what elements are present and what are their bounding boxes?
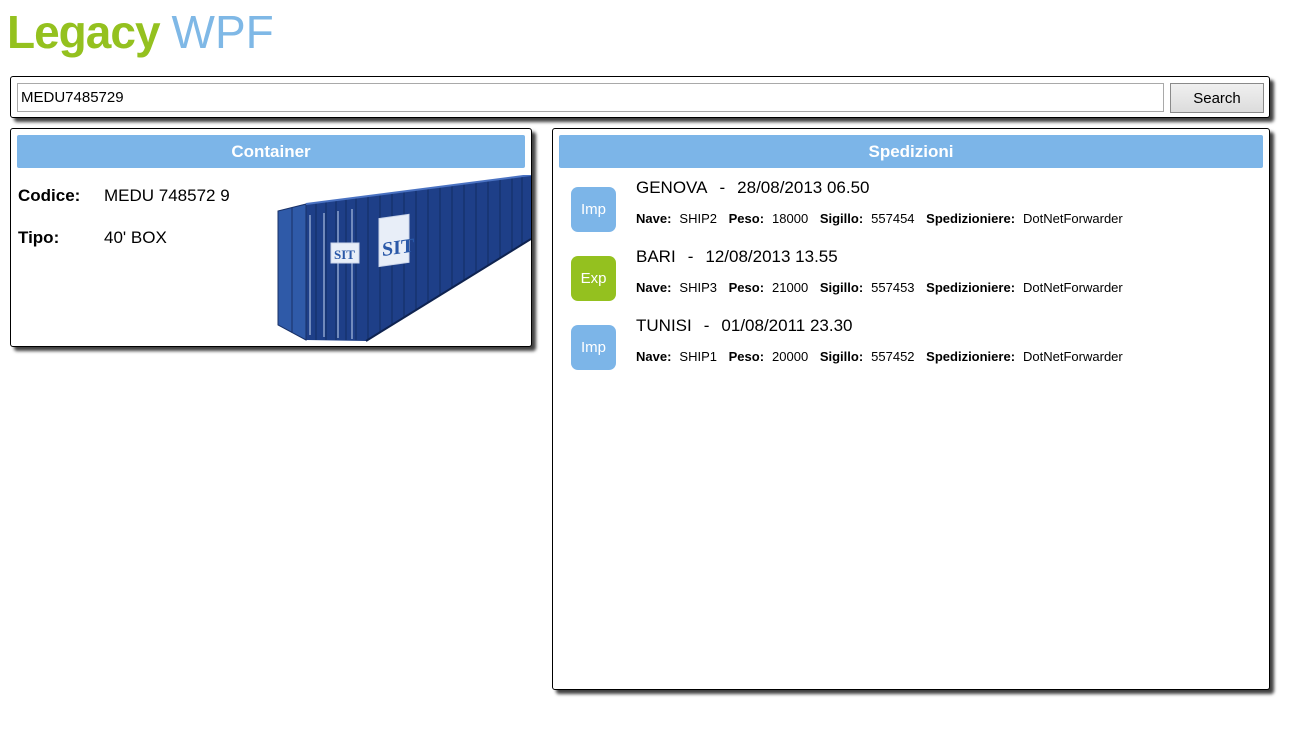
spedizioniere-label: Spedizioniere:: [926, 211, 1016, 226]
tipo-label: Tipo:: [18, 228, 60, 247]
peso-value: 21000: [772, 280, 809, 295]
container-logo-large: SIT: [382, 235, 415, 262]
shipment-separator: -: [719, 178, 726, 197]
sigillo-value: 557454: [871, 211, 915, 226]
nave-label: Nave:: [636, 211, 672, 226]
spedizioniere-value: DotNetForwarder: [1023, 280, 1123, 295]
codice-value: MEDU 748572 9: [104, 186, 230, 205]
shipment-details: Nave: SHIP2 Peso: 18000 Sigillo: 557454 Spe…: [636, 211, 1131, 226]
sigillo-value: 557452: [871, 349, 915, 364]
codice-label: Codice:: [18, 186, 81, 205]
spedizioniere-value: DotNetForwarder: [1023, 211, 1123, 226]
search-button[interactable]: Search: [1170, 83, 1264, 113]
shipment-heading: GENOVA -28/08/2013 06.50: [636, 178, 870, 198]
sigillo-label: Sigillo:: [819, 211, 864, 226]
nave-value: SHIP1: [679, 349, 717, 364]
peso-label: Peso:: [728, 280, 765, 295]
shipment-heading: TUNISI -01/08/2011 23.30: [636, 316, 853, 336]
nave-value: SHIP2: [679, 211, 717, 226]
container-header: Container: [17, 135, 525, 168]
spedizioniere-label: Spedizioniere:: [926, 280, 1016, 295]
sigillo-label: Sigillo:: [819, 280, 864, 295]
container-image: SIT SIT: [277, 175, 531, 342]
shipment-datetime: 12/08/2013 13.55: [705, 247, 838, 266]
shipment-separator: -: [703, 316, 710, 335]
shipment-datetime: 28/08/2013 06.50: [737, 178, 870, 197]
shipment-port: GENOVA: [636, 178, 708, 197]
search-panel: Search: [10, 76, 1270, 118]
shipment-separator: -: [687, 247, 694, 266]
shipment-port: TUNISI: [636, 316, 692, 335]
app-title: Legacy WPF: [7, 4, 274, 60]
container-logo-small: SIT: [334, 247, 355, 262]
shipment-datetime: 01/08/2011 23.30: [721, 316, 853, 335]
sigillo-value: 557453: [871, 280, 915, 295]
nave-value: SHIP3: [679, 280, 717, 295]
container-panel: Container Codice: MEDU 748572 9 Tipo: 40…: [10, 128, 532, 347]
shipment-item[interactable]: Exp BARI -12/08/2013 13.55 Nave: SHIP3 Pes…: [571, 245, 1261, 309]
shipment-type-badge: Imp: [571, 325, 616, 370]
shipment-item[interactable]: Imp GENOVA -28/08/2013 06.50 Nave: SHIP2 P…: [571, 176, 1261, 240]
spedizioni-panel: Spedizioni Imp GENOVA -28/08/2013 06.50 N…: [552, 128, 1270, 690]
shipment-type-badge: Imp: [571, 187, 616, 232]
shipment-item[interactable]: Imp TUNISI -01/08/2011 23.30 Nave: SHIP1 P…: [571, 314, 1261, 378]
search-input[interactable]: [17, 83, 1164, 112]
spedizioniere-value: DotNetForwarder: [1023, 349, 1123, 364]
search-button-label: Search: [1193, 90, 1241, 107]
shipment-details: Nave: SHIP1 Peso: 20000 Sigillo: 557452 Spe…: [636, 349, 1131, 364]
peso-label: Peso:: [728, 211, 765, 226]
peso-value: 20000: [772, 349, 809, 364]
shipment-port: BARI: [636, 247, 676, 266]
tipo-value: 40' BOX: [104, 228, 167, 247]
peso-value: 18000: [772, 211, 809, 226]
nave-label: Nave:: [636, 280, 672, 295]
shipment-heading: BARI -12/08/2013 13.55: [636, 247, 838, 267]
nave-label: Nave:: [636, 349, 672, 364]
shipment-type-badge: Exp: [571, 256, 616, 301]
app-title-legacy: Legacy: [7, 6, 161, 58]
peso-label: Peso:: [728, 349, 765, 364]
spedizioniere-label: Spedizioniere:: [926, 349, 1016, 364]
shipment-details: Nave: SHIP3 Peso: 21000 Sigillo: 557453 Spe…: [636, 280, 1131, 295]
sigillo-label: Sigillo:: [819, 349, 864, 364]
spedizioni-header: Spedizioni: [559, 135, 1263, 168]
app-title-wpf: WPF: [171, 6, 274, 58]
